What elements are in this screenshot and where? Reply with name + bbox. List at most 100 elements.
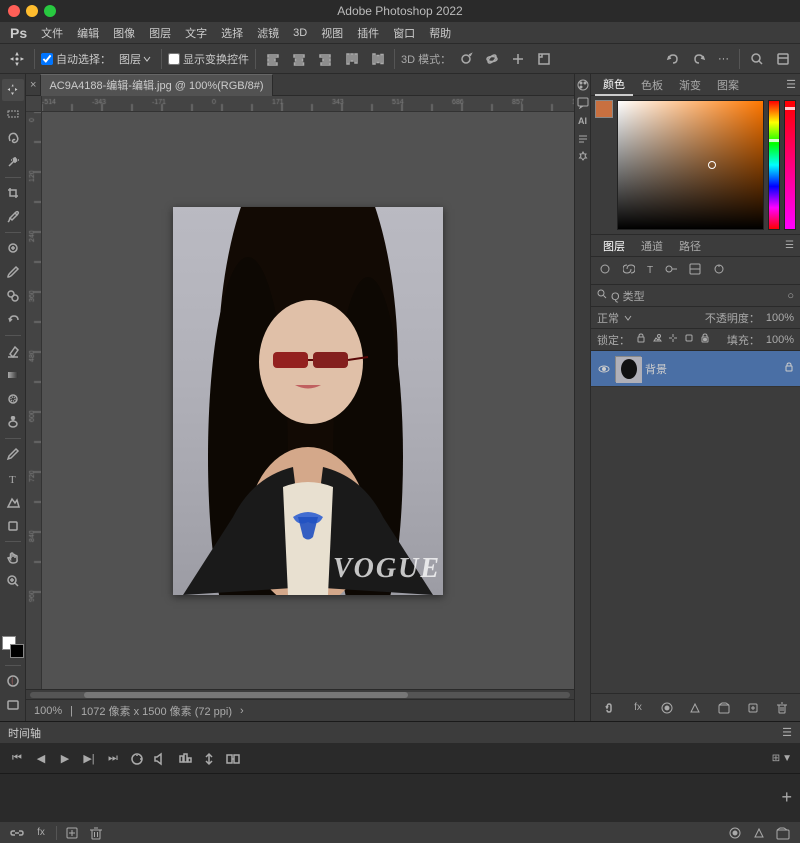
tool-lasso[interactable]: [2, 127, 24, 149]
sidebar-paragraph-icon[interactable]: [576, 132, 590, 146]
canvas-viewport[interactable]: VOGUE: [42, 112, 574, 689]
menu-window[interactable]: 窗口: [387, 23, 421, 43]
minimize-button[interactable]: [26, 5, 38, 17]
status-arrow[interactable]: ›: [240, 705, 244, 717]
menu-help[interactable]: 帮助: [423, 23, 457, 43]
align-middle-btn[interactable]: [366, 48, 388, 70]
bottom-adjustment-btn[interactable]: [750, 824, 768, 842]
timeline-audio[interactable]: [152, 750, 170, 768]
menu-view[interactable]: 视图: [315, 23, 349, 43]
menu-layer[interactable]: 图层: [143, 23, 177, 43]
layer-fx-btn[interactable]: fx: [629, 699, 647, 717]
sidebar-chat-icon[interactable]: [576, 96, 590, 110]
sidebar-ai-icon[interactable]: AI: [576, 114, 590, 128]
workspace-btn[interactable]: [772, 48, 794, 70]
tool-gradient[interactable]: [2, 364, 24, 386]
show-transform-checkbox[interactable]: [168, 53, 180, 65]
menu-3d[interactable]: 3D: [287, 25, 313, 41]
layer-visibility-eye[interactable]: [597, 362, 611, 376]
tab-paths[interactable]: 路径: [671, 236, 709, 256]
sat-strip[interactable]: [784, 100, 796, 230]
lock-position-btn[interactable]: [668, 333, 678, 346]
timeline-settings[interactable]: [176, 750, 194, 768]
layer-smart-filter[interactable]: [685, 261, 705, 280]
opacity-value[interactable]: 100%: [766, 312, 794, 324]
menu-ps[interactable]: Ps: [4, 23, 33, 43]
active-tab[interactable]: AC9A4188-编辑-编辑.jpg @ 100%(RGB/8#): [40, 74, 272, 96]
scrollbar-thumb[interactable]: [84, 692, 408, 698]
hue-strip[interactable]: [768, 100, 780, 230]
bottom-new-layer-btn[interactable]: [63, 824, 81, 842]
tool-blur[interactable]: [2, 388, 24, 410]
layer-item-background[interactable]: 背景: [591, 351, 800, 387]
menu-plugin[interactable]: 插件: [351, 23, 385, 43]
color-swatches[interactable]: [2, 636, 24, 658]
undo-btn[interactable]: [662, 48, 684, 70]
redo-btn[interactable]: [688, 48, 710, 70]
timeline-prev-frame[interactable]: ◀: [32, 750, 50, 768]
timeline-to-start[interactable]: ⏮: [8, 750, 26, 768]
tab-channels[interactable]: 通道: [633, 236, 671, 256]
filter-label[interactable]: Q 类型: [611, 288, 645, 304]
orbit-btn[interactable]: [481, 48, 503, 70]
layer-type-filter[interactable]: [595, 261, 615, 280]
tool-eraser[interactable]: [2, 340, 24, 362]
tool-clone[interactable]: [2, 285, 24, 307]
color-panel-menu[interactable]: ☰: [786, 78, 796, 91]
bottom-link-btn[interactable]: [8, 824, 26, 842]
lock-image-btn[interactable]: [652, 333, 662, 346]
tab-layers[interactable]: 图层: [595, 236, 633, 256]
timeline-next-frame[interactable]: ▶|: [80, 750, 98, 768]
show-transform-check[interactable]: 显示变换控件: [168, 51, 249, 67]
tab-color[interactable]: 颜色: [595, 74, 633, 96]
tab-gradient[interactable]: 渐变: [671, 75, 709, 95]
auto-select-check[interactable]: 自动选择：: [41, 51, 111, 67]
timeline-add-button[interactable]: +: [781, 787, 792, 808]
layer-link-btn[interactable]: [600, 699, 618, 717]
timeline-transition[interactable]: [224, 750, 242, 768]
timeline-menu[interactable]: ☰: [782, 726, 792, 739]
align-top-btn[interactable]: [340, 48, 362, 70]
layer-group-btn[interactable]: [715, 699, 733, 717]
menu-file[interactable]: 文件: [35, 23, 69, 43]
rotate-btn[interactable]: [455, 48, 477, 70]
layer-adjustment-btn[interactable]: [686, 699, 704, 717]
fill-value[interactable]: 100%: [766, 334, 794, 346]
menu-edit[interactable]: 编辑: [71, 23, 105, 43]
bottom-fx-btn[interactable]: fx: [32, 824, 50, 842]
more-btn[interactable]: ···: [714, 48, 733, 70]
scale-btn[interactable]: [533, 48, 555, 70]
layer-new-btn[interactable]: [744, 699, 762, 717]
timeline-loop[interactable]: [128, 750, 146, 768]
auto-select-checkbox[interactable]: [41, 53, 53, 65]
layer-link-filter[interactable]: [619, 261, 639, 280]
menu-image[interactable]: 图像: [107, 23, 141, 43]
tab-pattern[interactable]: 图案: [709, 75, 747, 95]
tool-history-brush[interactable]: [2, 309, 24, 331]
move-tool-btn[interactable]: [6, 48, 28, 70]
lock-artboard-btn[interactable]: [684, 333, 694, 346]
timeline-to-end[interactable]: ⏭: [104, 750, 122, 768]
tool-move[interactable]: [2, 79, 24, 101]
bottom-mask-btn[interactable]: [726, 824, 744, 842]
layer-delete-btn[interactable]: [773, 699, 791, 717]
sidebar-palette-icon[interactable]: [576, 78, 590, 92]
menu-select[interactable]: 选择: [215, 23, 249, 43]
menu-filter[interactable]: 滤镜: [251, 23, 285, 43]
tool-pen[interactable]: [2, 443, 24, 465]
maximize-button[interactable]: [44, 5, 56, 17]
align-right-btn[interactable]: [314, 48, 336, 70]
tool-dodge[interactable]: [2, 412, 24, 434]
layer-effect-filter[interactable]: T: [643, 263, 657, 278]
horizontal-scrollbar[interactable]: [26, 689, 574, 699]
color-gradient-box[interactable]: [617, 100, 764, 230]
layer-mask-btn[interactable]: [658, 699, 676, 717]
timeline-play[interactable]: ▶: [56, 750, 74, 768]
pan-btn[interactable]: [507, 48, 529, 70]
menu-text[interactable]: 文字: [179, 23, 213, 43]
layer-select-btn[interactable]: 图层: [115, 48, 155, 70]
current-color-swatch[interactable]: [595, 100, 613, 118]
bottom-trash-btn[interactable]: [87, 824, 105, 842]
layer-adjustment-filter[interactable]: [661, 261, 681, 280]
tool-hand[interactable]: [2, 546, 24, 568]
